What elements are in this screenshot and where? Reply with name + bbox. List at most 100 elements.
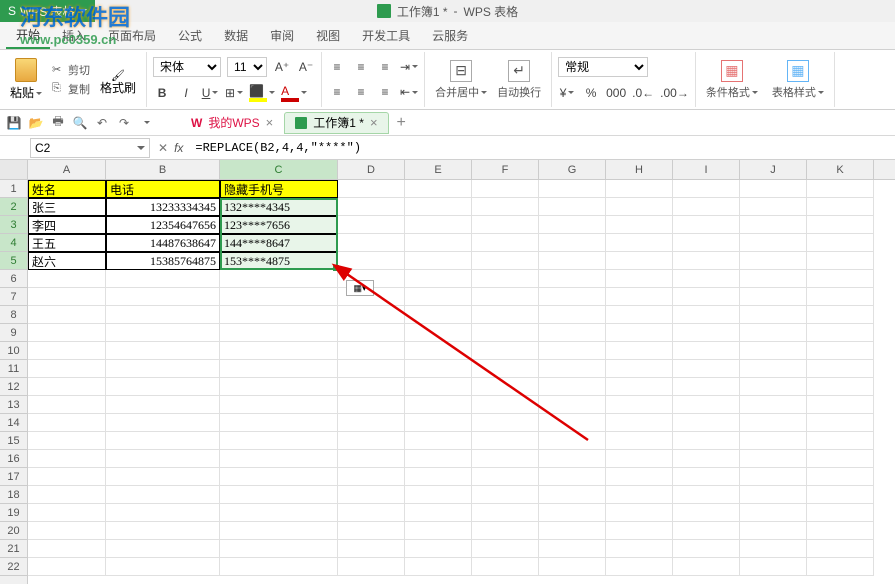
cell[interactable]: [338, 360, 405, 378]
cell[interactable]: [539, 324, 606, 342]
row-header[interactable]: 13: [0, 396, 27, 414]
col-header-C[interactable]: C: [220, 160, 338, 179]
cell[interactable]: [28, 270, 106, 288]
cell[interactable]: [740, 522, 807, 540]
menu-insert[interactable]: 插入: [52, 23, 96, 48]
cell[interactable]: [539, 486, 606, 504]
cell[interactable]: [405, 198, 472, 216]
align-top-button[interactable]: ≡: [328, 58, 346, 76]
cell[interactable]: [539, 360, 606, 378]
cell[interactable]: [673, 360, 740, 378]
cell[interactable]: [28, 324, 106, 342]
cell[interactable]: [338, 504, 405, 522]
cell[interactable]: [405, 216, 472, 234]
cell[interactable]: [106, 504, 220, 522]
cell[interactable]: 李四: [28, 216, 106, 234]
row-header[interactable]: 4: [0, 234, 27, 252]
cell[interactable]: 153****4875: [220, 252, 338, 270]
decrease-decimal-button[interactable]: .00→: [660, 84, 689, 102]
number-format-select[interactable]: 常规: [558, 57, 648, 77]
cell[interactable]: [472, 216, 539, 234]
cell[interactable]: [106, 540, 220, 558]
increase-decimal-button[interactable]: .0←: [632, 84, 654, 102]
cell[interactable]: [740, 288, 807, 306]
app-badge[interactable]: S WPS 表格: [0, 0, 95, 22]
cell[interactable]: [338, 450, 405, 468]
cell[interactable]: [472, 270, 539, 288]
row-header[interactable]: 20: [0, 522, 27, 540]
fill-color-button[interactable]: ⬛: [249, 84, 275, 102]
cell[interactable]: [220, 558, 338, 576]
cell[interactable]: [106, 378, 220, 396]
cell[interactable]: [807, 378, 874, 396]
cell[interactable]: [106, 414, 220, 432]
align-bottom-button[interactable]: ≡: [376, 58, 394, 76]
cell[interactable]: [807, 252, 874, 270]
cell[interactable]: [807, 324, 874, 342]
conditional-format-button[interactable]: ▦条件格式: [702, 58, 762, 102]
cell[interactable]: [106, 324, 220, 342]
cell[interactable]: [106, 342, 220, 360]
cell[interactable]: [539, 288, 606, 306]
cell[interactable]: [220, 486, 338, 504]
border-button[interactable]: ⊞: [225, 84, 243, 102]
cell[interactable]: [539, 180, 606, 198]
cell[interactable]: [740, 504, 807, 522]
percent-button[interactable]: %: [582, 84, 600, 102]
col-header-B[interactable]: B: [106, 160, 220, 179]
cell[interactable]: [807, 360, 874, 378]
cell[interactable]: [807, 342, 874, 360]
qat-open-icon[interactable]: 📂: [28, 115, 44, 131]
cell[interactable]: [338, 540, 405, 558]
qat-redo-icon[interactable]: ↷: [116, 115, 132, 131]
cell[interactable]: [606, 216, 673, 234]
cell[interactable]: [539, 342, 606, 360]
cell[interactable]: [606, 180, 673, 198]
cell[interactable]: [28, 558, 106, 576]
col-header-E[interactable]: E: [405, 160, 472, 179]
cell[interactable]: 12354647656: [106, 216, 220, 234]
cell[interactable]: [606, 468, 673, 486]
cell[interactable]: [807, 504, 874, 522]
wrap-text-button[interactable]: ↵自动换行: [493, 58, 545, 102]
cell[interactable]: [740, 432, 807, 450]
align-right-button[interactable]: ≡: [376, 83, 394, 101]
cell[interactable]: [673, 216, 740, 234]
cell[interactable]: [106, 486, 220, 504]
cell[interactable]: [673, 486, 740, 504]
cell[interactable]: [539, 252, 606, 270]
font-size-select[interactable]: 11: [227, 57, 267, 77]
cell[interactable]: [807, 558, 874, 576]
cell[interactable]: [472, 198, 539, 216]
cell[interactable]: [472, 234, 539, 252]
col-header-K[interactable]: K: [807, 160, 874, 179]
cell[interactable]: [807, 288, 874, 306]
cell[interactable]: [405, 468, 472, 486]
menu-view[interactable]: 视图: [306, 23, 350, 48]
menu-cloud[interactable]: 云服务: [422, 23, 478, 48]
decrease-font-button[interactable]: A⁻: [297, 58, 315, 76]
row-header[interactable]: 2: [0, 198, 27, 216]
cell[interactable]: 姓名: [28, 180, 106, 198]
cell[interactable]: [673, 378, 740, 396]
cell[interactable]: [807, 540, 874, 558]
cell[interactable]: [606, 198, 673, 216]
cell[interactable]: [740, 252, 807, 270]
cell[interactable]: [740, 558, 807, 576]
cell[interactable]: [807, 306, 874, 324]
cell[interactable]: [472, 414, 539, 432]
cell[interactable]: [673, 306, 740, 324]
cell[interactable]: [807, 270, 874, 288]
cell[interactable]: [28, 396, 106, 414]
cell[interactable]: [740, 414, 807, 432]
cell[interactable]: [539, 468, 606, 486]
cell[interactable]: [539, 198, 606, 216]
tab-workbook-close-icon[interactable]: ×: [370, 115, 378, 130]
cell[interactable]: [606, 414, 673, 432]
cell[interactable]: [606, 522, 673, 540]
cell[interactable]: [673, 432, 740, 450]
cell[interactable]: [673, 558, 740, 576]
cell[interactable]: [220, 522, 338, 540]
cell[interactable]: [28, 414, 106, 432]
row-header[interactable]: 3: [0, 216, 27, 234]
